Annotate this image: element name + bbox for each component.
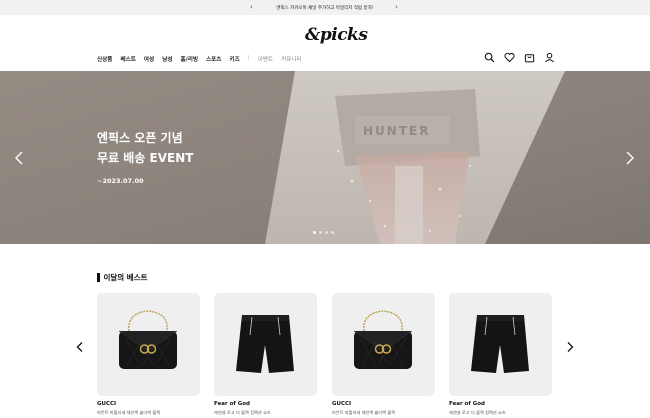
cart-icon[interactable] [524,52,535,63]
product-brand: GUCCI [332,401,352,407]
hero-pagination [313,231,334,234]
site-logo[interactable]: &picks [305,25,368,45]
carousel-next-button[interactable] [565,338,575,352]
nav-item-event[interactable]: 이벤트 [258,55,273,63]
hero-dot-active[interactable] [313,231,316,234]
hero-dot[interactable] [319,231,322,234]
nav-item-new[interactable]: 신상품 [97,55,112,63]
product-image[interactable] [449,293,552,396]
announcement-text: 엔픽스 카카오톡 채널 추가하고 마일리지 적립 받자! [276,5,374,11]
product-brand: GUCCI [97,401,117,407]
shorts-image [471,315,529,373]
section-title-text: 이달의 베스트 [103,273,148,282]
heart-icon[interactable] [504,52,515,63]
product-card[interactable]: GUCCI 마몬트 마틀라세 체인백 숄더백 블랙 [332,293,435,416]
hero-title-line1: 엔픽스 오픈 기념 [97,131,183,145]
nav-item-women[interactable]: 여성 [144,55,154,63]
main-nav: 신상품 베스트 여성 남성 홈/리빙 스포츠 키즈 | 이벤트 커뮤니티 [97,55,310,63]
announcement-next-button[interactable]: › [395,3,398,11]
nav-item-sports[interactable]: 스포츠 [206,55,221,63]
hero-date: ~2023.07.00 [97,177,144,185]
handbag-image [118,310,178,369]
product-image[interactable] [214,293,317,396]
product-brand: Fear of God [449,401,485,407]
announcement-bar: ‹ 엔픽스 카카오톡 채널 추가하고 마일리지 적립 받자! › [0,0,650,15]
nav-item-men[interactable]: 남성 [162,55,172,63]
product-brand: Fear of God [214,401,250,407]
carousel-prev-button[interactable] [75,338,85,352]
chevron-right-icon [567,342,574,352]
hero-prev-button[interactable] [13,150,25,166]
search-icon[interactable] [484,52,495,63]
hero-title: 엔픽스 오픈 기념 무료 배송 EVENT [97,128,193,168]
chevron-left-icon [76,342,83,352]
product-card[interactable]: Fear of God 에센셜 로고 더 블랙 컴팩션 쇼츠 [449,293,552,416]
product-desc: 마몬트 마틀라세 체인백 숄더백 블랙 [332,410,396,415]
product-desc: 마몬트 마틀라세 체인백 숄더백 블랙 [97,410,161,415]
product-image[interactable] [332,293,435,396]
hero-dot[interactable] [325,231,328,234]
header-icons [484,52,555,63]
hero-dot[interactable] [331,231,334,234]
chevron-left-icon [15,151,23,165]
nav-item-best[interactable]: 베스트 [120,55,135,63]
shorts-image [236,315,294,373]
hero-image-brand-text: HUNTER [363,124,431,138]
section-title: 이달의 베스트 [97,272,148,283]
user-icon[interactable] [544,52,555,63]
section-title-bar [97,273,100,282]
handbag-image [353,310,413,369]
nav-item-community[interactable]: 커뮤니티 [281,55,302,63]
product-image[interactable] [97,293,200,396]
product-desc: 에센셜 로고 더 블랙 컴팩션 쇼츠 [214,410,271,415]
hero-title-line2: 무료 배송 EVENT [97,151,194,165]
hero-next-button[interactable] [624,150,636,166]
product-card[interactable]: Fear of God 에센셜 로고 더 블랙 컴팩션 쇼츠 [214,293,317,416]
nav-item-home-living[interactable]: 홈/리빙 [181,55,198,63]
product-desc: 에센셜 로고 더 블랙 컴팩션 쇼츠 [449,410,506,415]
nav-divider: | [247,55,250,61]
product-card[interactable]: GUCCI 마몬트 마틀라세 체인백 숄더백 블랙 [97,293,200,416]
chevron-right-icon [626,151,634,165]
nav-item-kids[interactable]: 키즈 [229,55,239,63]
